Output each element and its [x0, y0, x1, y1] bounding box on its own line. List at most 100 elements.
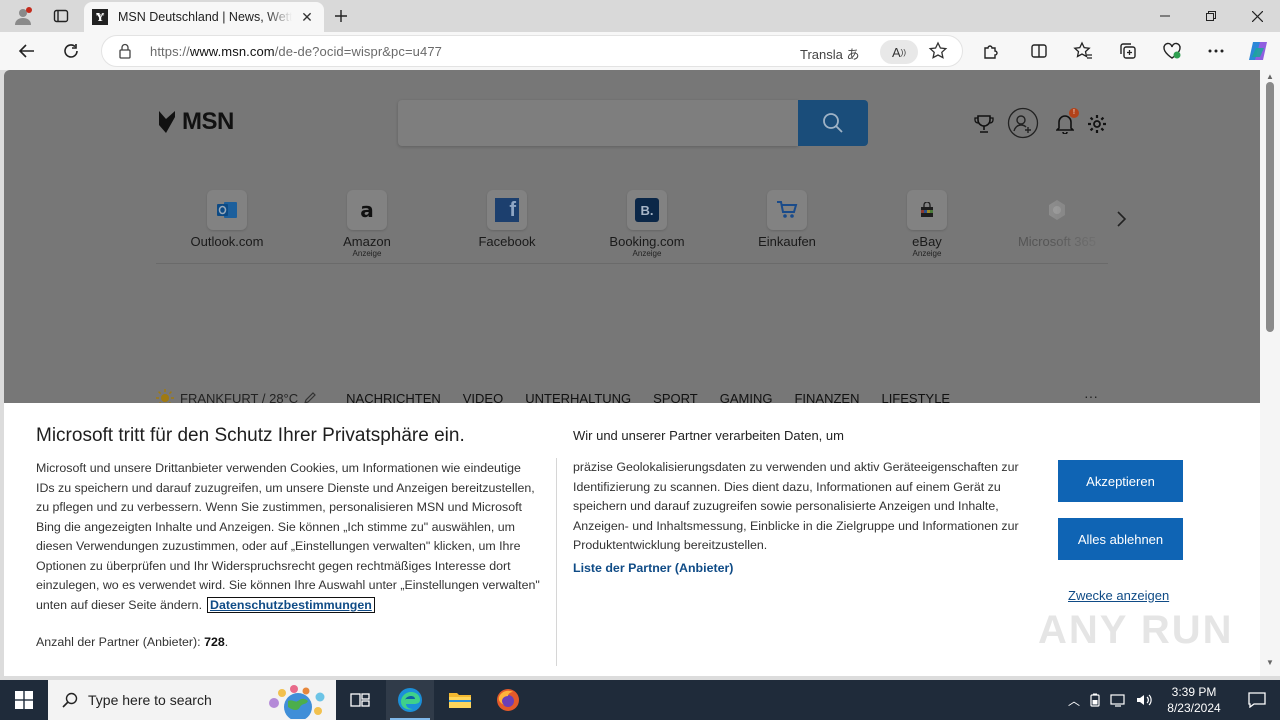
plus-icon	[335, 10, 347, 22]
sign-in-button[interactable]	[1007, 107, 1039, 139]
address-bar[interactable]: https://www.msn.com/de-de?ocid=wispr&pc=…	[101, 35, 963, 67]
tile-booking[interactable]: B. Booking.com Anzeige	[587, 190, 707, 258]
firefox-icon	[497, 689, 519, 711]
profile-button[interactable]	[6, 2, 40, 30]
tile-einkaufen[interactable]: Einkaufen	[727, 190, 847, 249]
favorites-button[interactable]	[1068, 36, 1098, 66]
rewards-button[interactable]	[974, 114, 994, 134]
read-aloud-icon: A	[892, 44, 901, 60]
purpose-text: präzise Geolokalisierungsdaten zu verwen…	[573, 460, 1019, 552]
translate-button[interactable]: Transla あ	[800, 44, 860, 63]
tab-close-icon[interactable]: ✕	[298, 9, 316, 26]
shopping-cart-icon	[767, 190, 807, 230]
facebook-icon: f	[487, 190, 527, 230]
collections-button[interactable]	[1113, 36, 1143, 66]
new-tab-button[interactable]	[324, 2, 358, 30]
page-settings-button[interactable]	[1087, 114, 1107, 134]
read-aloud-button[interactable]: A))	[880, 40, 918, 64]
minimize-button[interactable]	[1142, 0, 1188, 32]
network-icon[interactable]	[1110, 693, 1128, 707]
back-button[interactable]	[12, 36, 42, 66]
restore-button[interactable]	[1188, 0, 1234, 32]
minimize-icon	[1160, 15, 1170, 17]
volume-icon[interactable]	[1136, 693, 1154, 707]
reject-all-button[interactable]: Alles ablehnen	[1058, 518, 1183, 560]
translate-icon: あ	[846, 47, 860, 62]
scrollbar-thumb[interactable]	[1266, 82, 1274, 332]
settings-more-button[interactable]	[1201, 36, 1231, 66]
show-purposes-link[interactable]: Zwecke anzeigen	[1068, 588, 1169, 603]
task-view-button[interactable]	[336, 680, 384, 720]
lock-icon[interactable]	[118, 43, 132, 59]
user-avatar-icon	[1007, 107, 1039, 139]
close-window-button[interactable]	[1234, 0, 1280, 32]
collections-icon	[1120, 43, 1136, 59]
copilot-button[interactable]	[1243, 36, 1273, 66]
ad-label: Anzeige	[632, 249, 662, 258]
extensions-button[interactable]	[976, 36, 1006, 66]
page-scrollbar[interactable]: ▲ ▼	[1260, 70, 1280, 676]
puzzle-icon	[984, 45, 998, 59]
arrow-left-icon	[18, 44, 34, 58]
anyrun-watermark: ANY RUN	[1038, 608, 1234, 652]
partner-list-link[interactable]: Liste der Partner (Anbieter)	[573, 561, 733, 575]
active-tab[interactable]: Ɏ MSN Deutschland | News, Wetter, Sport …	[84, 2, 324, 32]
url-text[interactable]: https://www.msn.com/de-de?ocid=wispr&pc=…	[150, 44, 442, 59]
add-favorite-star-icon[interactable]	[928, 41, 948, 61]
tiles-next-button[interactable]	[1116, 210, 1128, 233]
microsoft-365-icon	[1037, 190, 1077, 230]
web-search-button[interactable]	[798, 100, 868, 146]
tab-actions-icon	[53, 9, 69, 23]
browser-essentials-button[interactable]	[1157, 36, 1187, 66]
clock-time: 3:39 PM	[1171, 685, 1217, 699]
nav-more-button[interactable]: ···	[1084, 388, 1098, 404]
chevron-right-icon	[1117, 211, 1127, 227]
ad-label: Anzeige	[352, 249, 382, 258]
tile-amazon[interactable]: a Amazon Anzeige	[307, 190, 427, 258]
task-view-icon	[350, 693, 370, 707]
url-path: /de-de?ocid=wispr&pc=u477	[274, 44, 442, 59]
split-screen-button[interactable]	[1024, 36, 1054, 66]
consent-body-text: Microsoft und unsere Drittanbieter verwe…	[36, 461, 540, 612]
more-dots-icon	[1208, 49, 1224, 53]
tab-title: MSN Deutschland | News, Wetter, Sport	[118, 10, 292, 24]
taskbar-edge[interactable]	[386, 680, 434, 720]
clock-date: 8/23/2024	[1167, 701, 1221, 715]
close-icon	[1251, 10, 1263, 22]
web-search-input[interactable]	[398, 100, 798, 146]
scroll-up-icon[interactable]: ▲	[1266, 72, 1274, 81]
start-button[interactable]	[0, 680, 48, 720]
msn-logo[interactable]: MSN	[156, 108, 234, 136]
trophy-icon	[974, 115, 994, 133]
privacy-policy-link[interactable]: Datenschutzbestimmungen	[207, 596, 375, 613]
tile-label: Booking.com	[609, 234, 685, 249]
system-tray: ︿	[1068, 680, 1154, 720]
taskbar-clock[interactable]: 3:39 PM 8/23/2024	[1158, 684, 1230, 716]
url-prefix: https://	[150, 44, 190, 59]
accept-button[interactable]: Akzeptieren	[1058, 460, 1183, 502]
gear-icon	[1088, 115, 1106, 133]
search-highlight-globe-icon	[269, 685, 325, 719]
partner-count-value: 728	[204, 635, 225, 649]
taskbar-file-explorer[interactable]	[436, 680, 484, 720]
edge-icon	[398, 688, 422, 712]
tab-actions-button[interactable]	[44, 2, 78, 30]
tile-facebook[interactable]: f Facebook	[447, 190, 567, 249]
tile-microsoft-365[interactable]: Microsoft 365	[1007, 190, 1107, 249]
msn-logo-text: MSN	[182, 108, 234, 135]
notification-center-button[interactable]	[1234, 680, 1280, 720]
battery-icon[interactable]	[1088, 693, 1102, 707]
copilot-icon	[1249, 42, 1267, 60]
consent-divider	[556, 458, 557, 666]
purpose-title: Wir und unserer Partner verarbeiten Date…	[573, 428, 844, 443]
folder-icon	[449, 693, 471, 708]
taskbar-search[interactable]: Type here to search	[48, 680, 336, 720]
tile-outlook[interactable]: Outlook.com	[167, 190, 287, 249]
ebay-bag-icon	[907, 190, 947, 230]
tile-ebay[interactable]: eBay Anzeige	[867, 190, 987, 258]
chevron-up-icon[interactable]: ︿	[1068, 692, 1080, 709]
scroll-down-icon[interactable]: ▼	[1266, 658, 1274, 667]
tab-strip: Ɏ MSN Deutschland | News, Wetter, Sport …	[0, 0, 1280, 32]
refresh-button[interactable]	[56, 36, 86, 66]
taskbar-firefox[interactable]	[484, 680, 532, 720]
